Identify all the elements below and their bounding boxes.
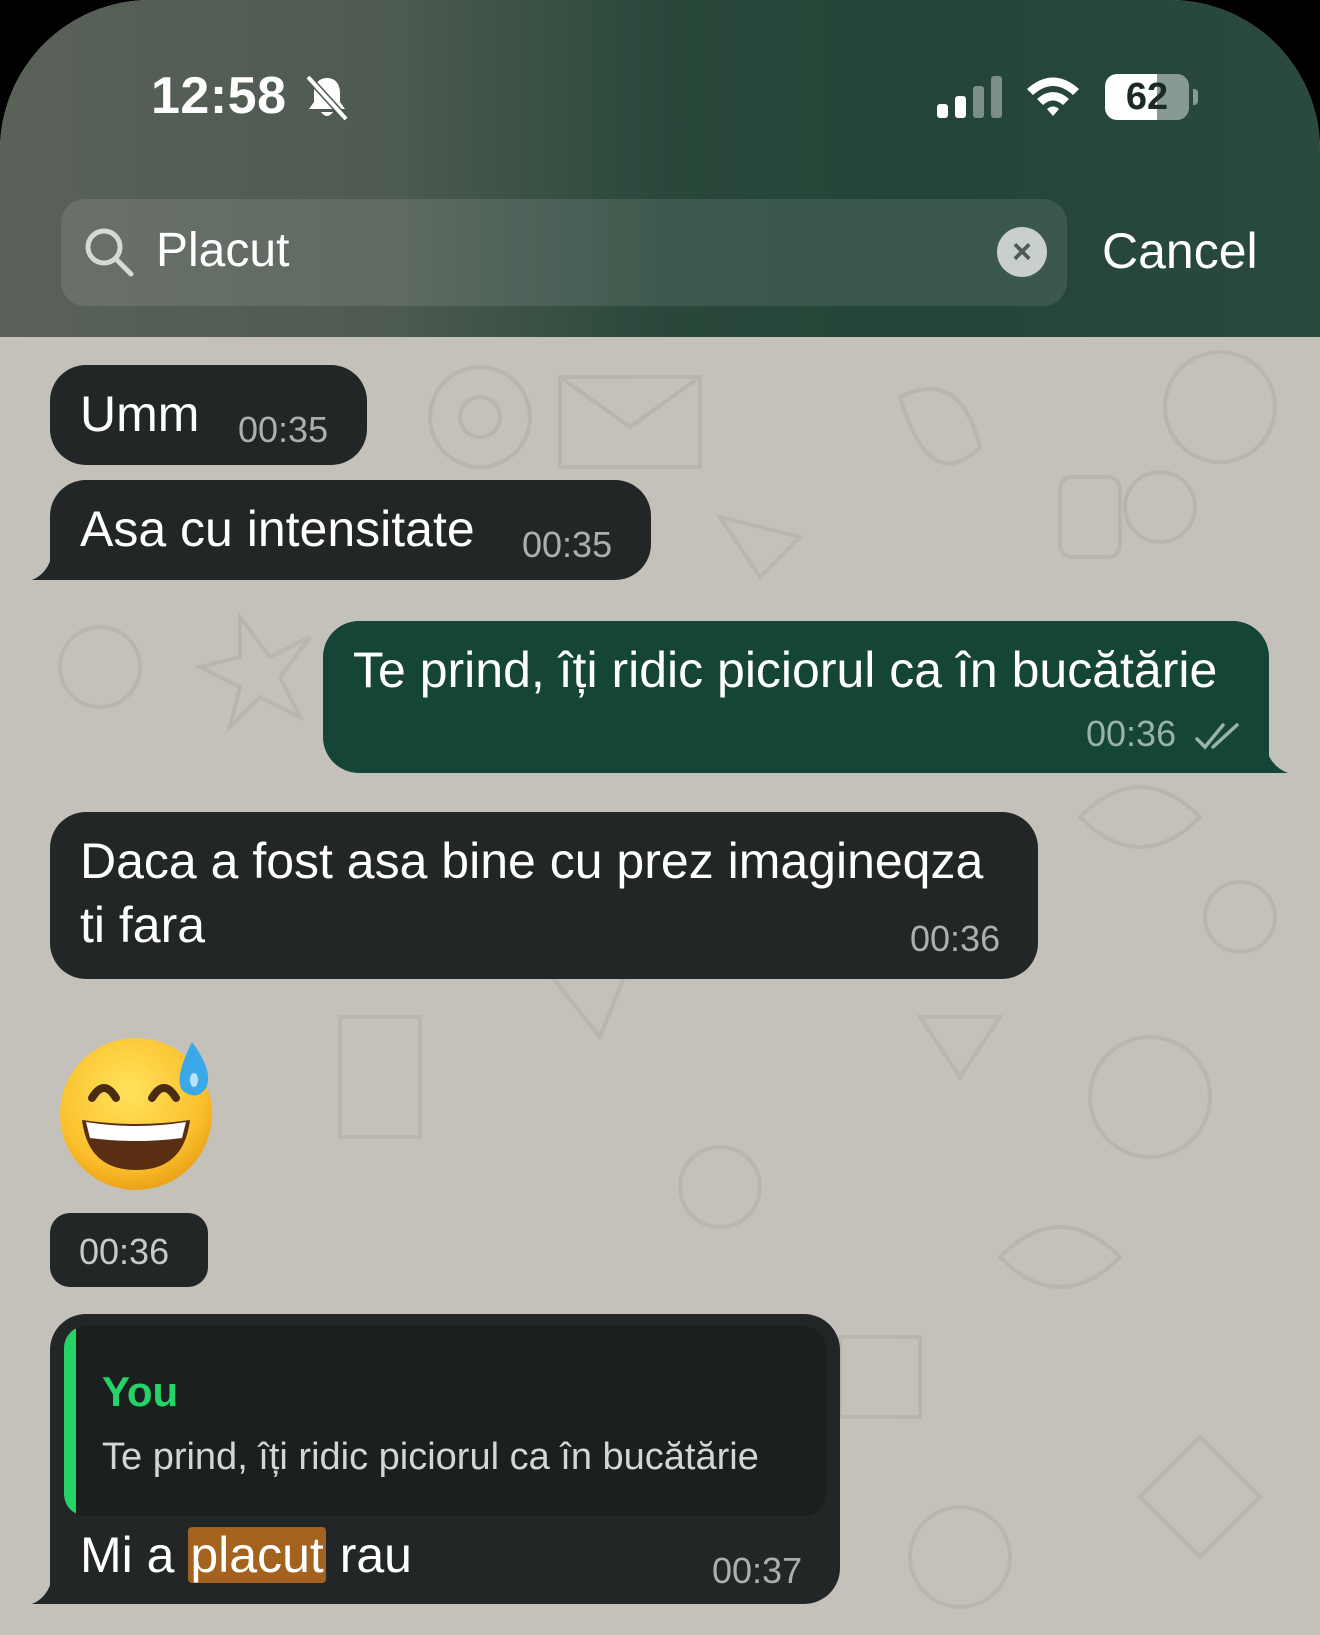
message-text-after: rau [325,1527,412,1583]
wifi-icon [1027,77,1079,116]
quoted-message[interactable]: You Te prind, îți ridic piciorul ca în b… [64,1326,826,1516]
message-text: Daca a fost asa bine cu prez imagineqza [80,833,984,889]
bell-slash-icon [305,74,349,122]
battery-percent: 62 [1125,76,1169,118]
message-time: 00:35 [238,409,329,450]
quote-author: You [102,1368,179,1415]
message-bubble-incoming[interactable]: You Te prind, îți ridic piciorul ca în b… [50,1314,840,1604]
message-text: Te prind, îți ridic piciorul ca în bucăt… [353,642,1218,698]
message-text: Mi a placut rau [80,1526,412,1584]
search-input[interactable]: Placut [156,223,289,278]
message-bubble-outgoing[interactable]: Te prind, îți ridic piciorul ca în bucăt… [323,621,1269,773]
read-receipt-icon [1195,723,1239,750]
message-text: Umm [80,386,200,442]
message-time: 00:37 [712,1550,803,1591]
message-text-before: Mi a [80,1527,189,1583]
message-time: 00:36 [1086,713,1177,754]
battery-icon: 62 [1105,74,1198,120]
signal-icon [937,76,1002,118]
phone-screen: 12:58 62 Placut × Cancel Umm 00:35 Asa c… [0,0,1320,1635]
search-field[interactable]: Placut × [61,199,1067,306]
message-time: 00:36 [910,918,1001,959]
chat-area[interactable]: Umm 00:35 Asa cu intensitate 00:35 Te pr… [0,337,1320,1635]
cancel-button[interactable]: Cancel [1102,222,1258,280]
bubble-tail [32,1566,70,1604]
message-bubble-incoming[interactable]: Daca a fost asa bine cu prez imagineqza … [50,812,1038,979]
bubble-tail [1248,735,1288,773]
message-bubble-incoming[interactable]: Umm 00:35 [50,365,367,465]
search-match-highlight: placut [188,1527,326,1583]
search-icon [85,228,134,277]
quote-text: Te prind, îți ridic piciorul ca în bucăt… [102,1436,759,1478]
message-time-pill: 00:36 [50,1213,208,1287]
clear-search-icon[interactable]: × [997,227,1047,277]
message-time: 00:36 [79,1231,170,1272]
message-bubble-incoming[interactable]: Asa cu intensitate 00:35 [50,480,651,580]
header: 12:58 62 Placut × Cancel [0,0,1320,337]
message-text: ti fara [80,897,206,953]
message-text: Asa cu intensitate [80,501,475,557]
quote-accent-bar [64,1326,76,1516]
status-time: 12:58 [151,67,287,125]
grinning-face-with-sweat-emoji[interactable] [56,1028,220,1192]
message-time: 00:35 [522,524,613,565]
bubble-tail [32,542,70,580]
